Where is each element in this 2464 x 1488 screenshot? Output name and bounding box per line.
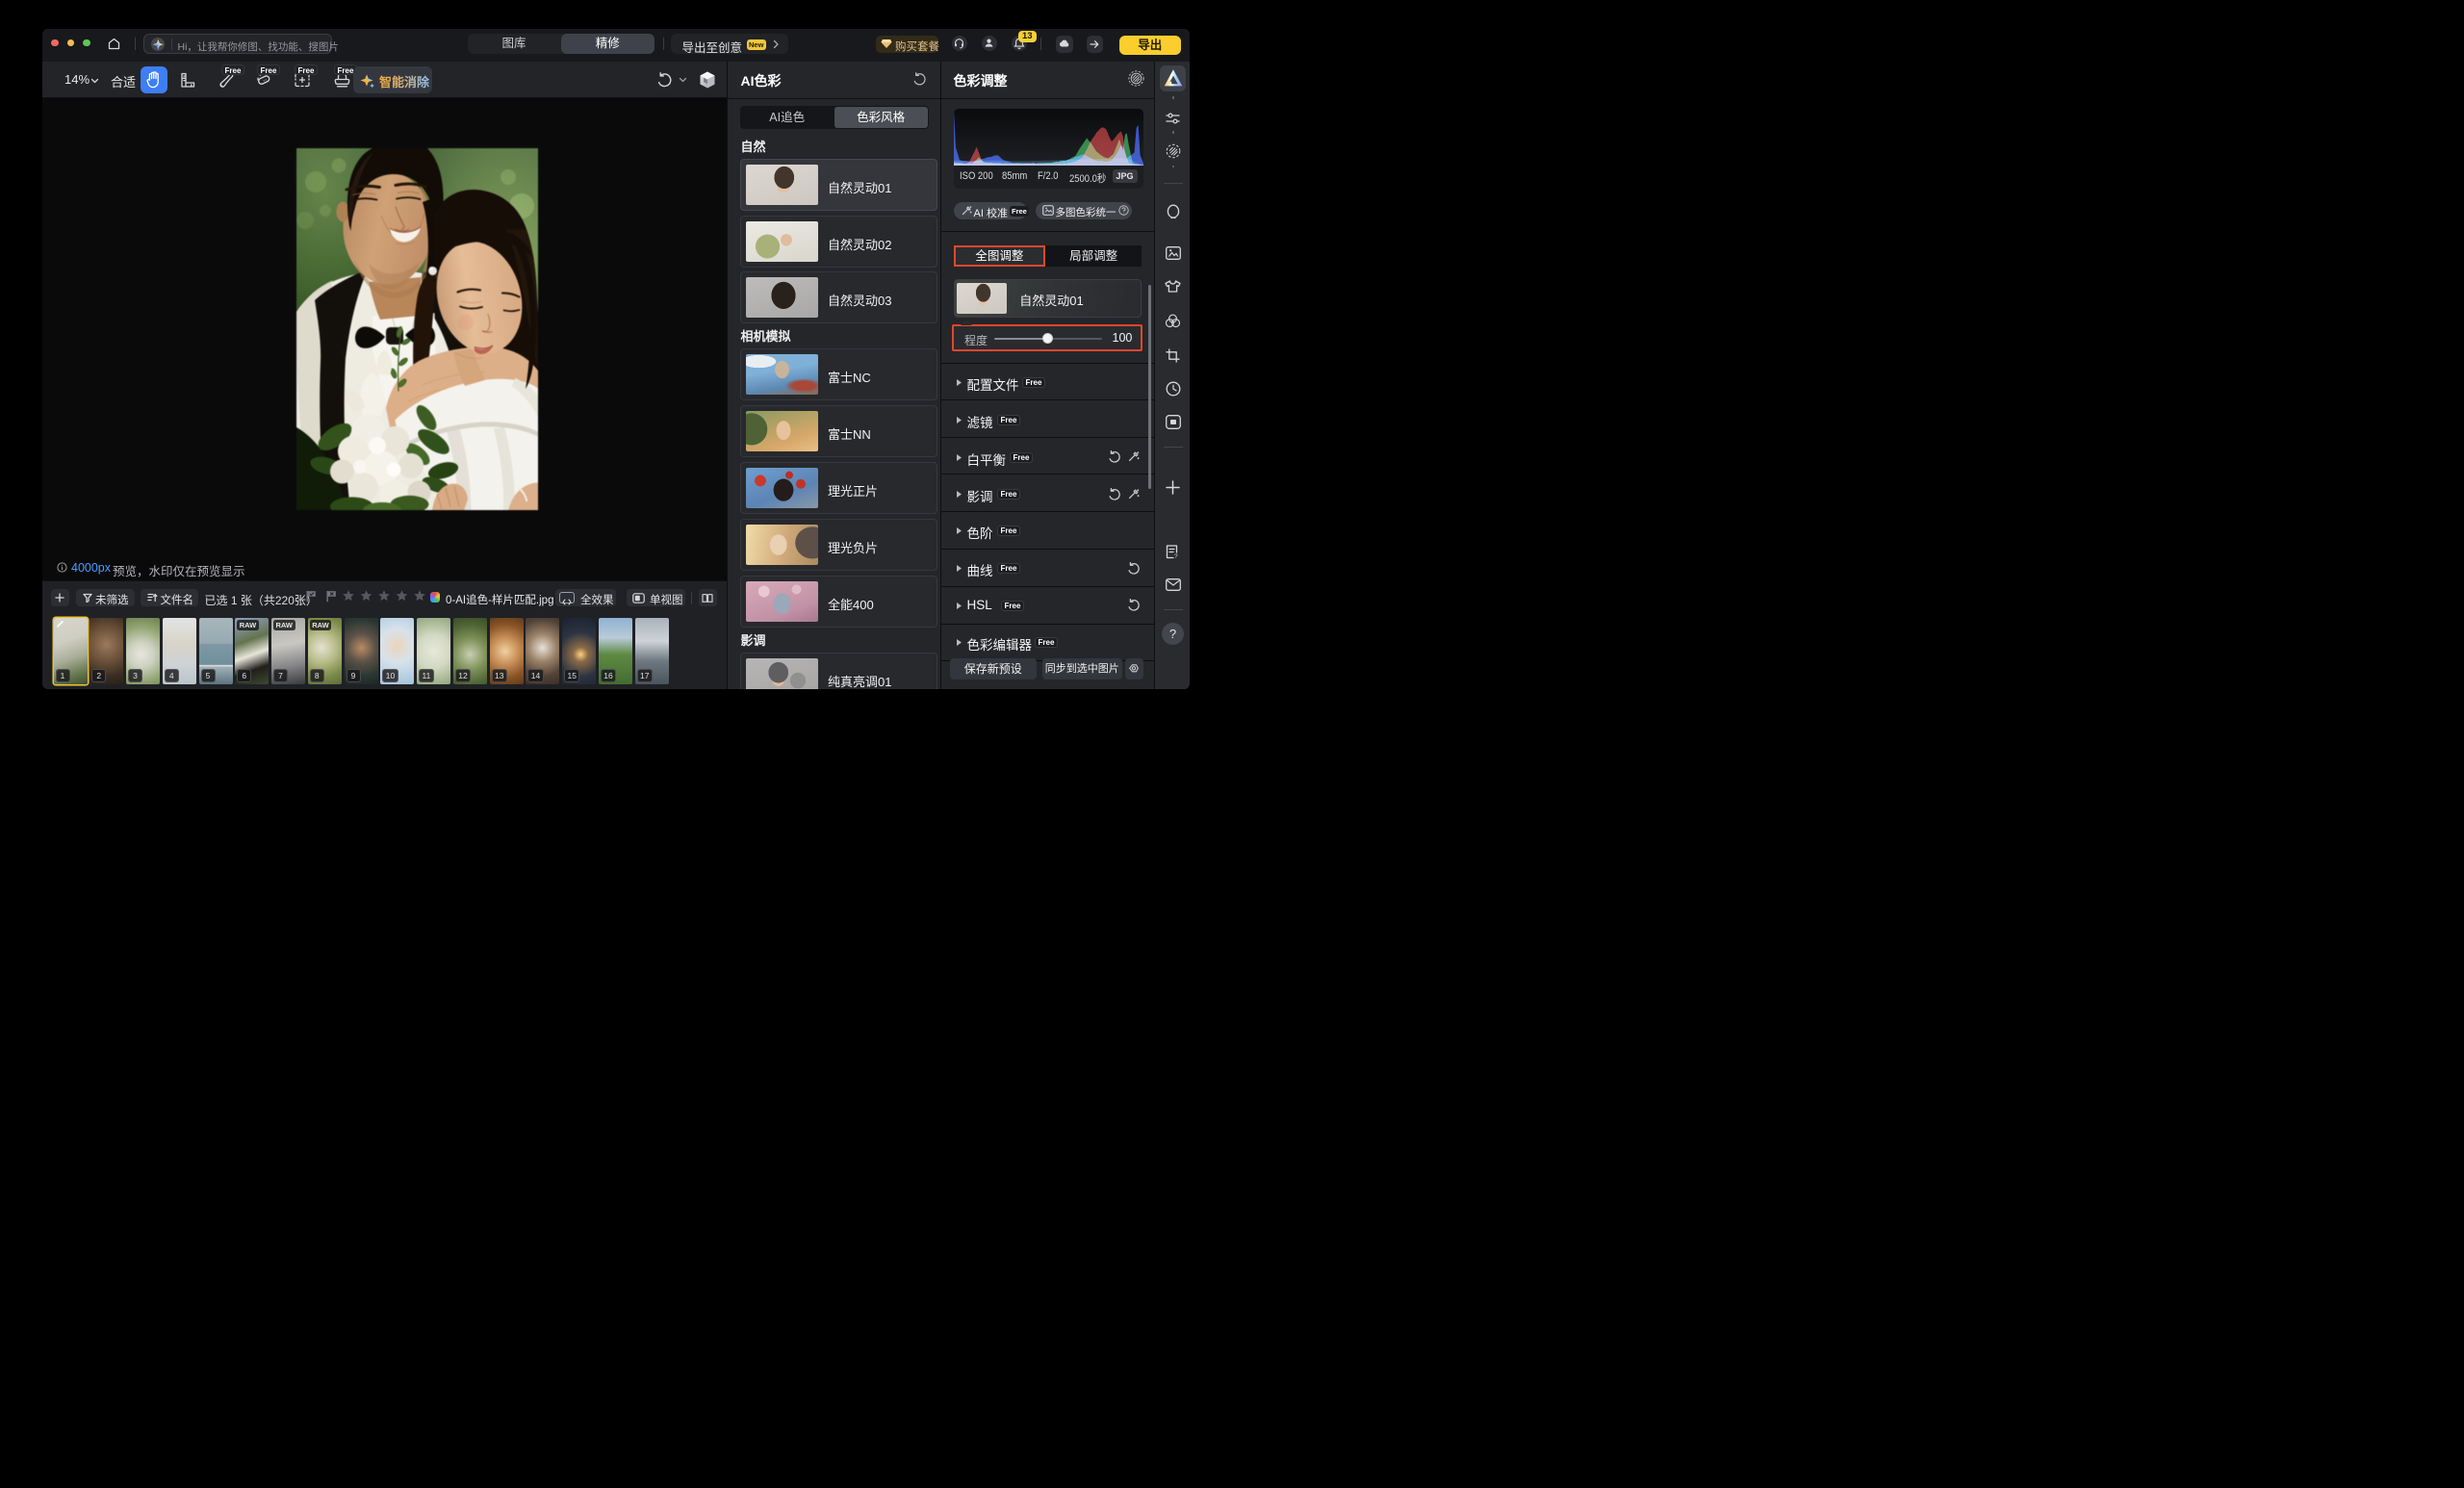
svg-text:?: ? [1174,553,1178,559]
